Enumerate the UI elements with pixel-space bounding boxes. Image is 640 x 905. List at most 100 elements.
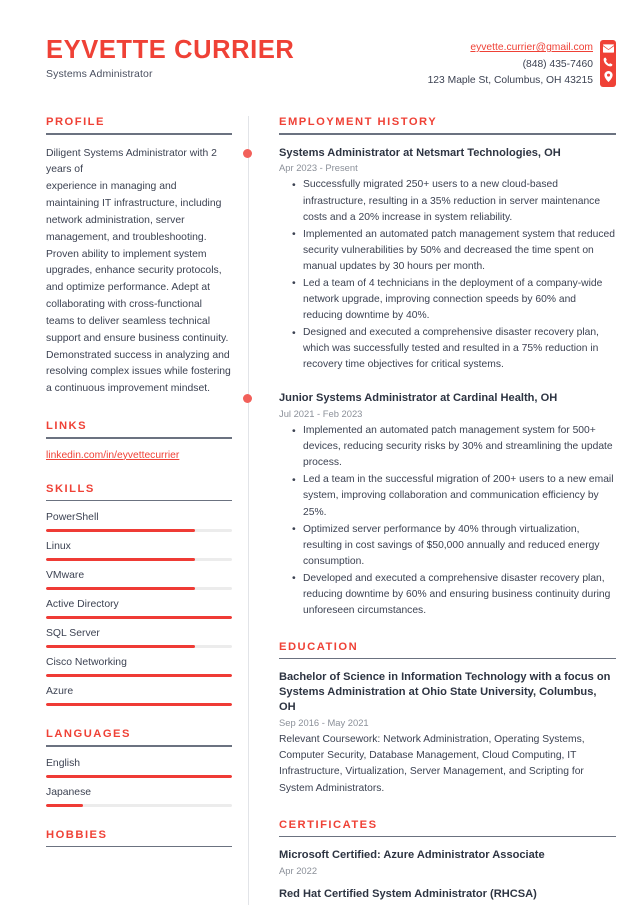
skill-bar-fill	[46, 616, 232, 620]
contact-address: 123 Maple St, Columbus, OH 43215	[427, 75, 593, 87]
skill-item: Linux	[46, 541, 232, 562]
envelope-icon	[602, 44, 614, 53]
skill-bar-fill	[46, 703, 232, 707]
identity-block: EYVETTE CURRIER Systems Administrator	[46, 36, 294, 80]
section-profile: PROFILE Diligent Systems Administrator w…	[46, 116, 232, 398]
skill-bar-fill	[46, 558, 195, 562]
employment-bullet: Designed and executed a comprehensive di…	[292, 325, 616, 373]
certificate-title: Microsoft Certified: Azure Administrator…	[279, 849, 545, 862]
section-title-employment: EMPLOYMENT HISTORY	[279, 116, 438, 129]
section-hobbies: HOBBIES	[46, 829, 232, 848]
skill-bar-track	[46, 703, 232, 707]
section-title-links: LINKS	[46, 420, 88, 433]
employment-bullet: Led a team in the successful migration o…	[292, 472, 616, 520]
education-list: Bachelor of Science in Information Techn…	[279, 670, 616, 796]
skill-bar-track	[46, 529, 232, 533]
language-bar-fill	[46, 803, 84, 807]
employment-bullet: Optimized server performance by 40% thro…	[292, 521, 616, 570]
skill-bar-track	[46, 587, 232, 591]
certificates-list: Microsoft Certified: Azure Administrator…	[279, 848, 616, 905]
education-date: Sep 2016 - May 2021	[279, 717, 369, 729]
timeline-dot-icon	[243, 394, 252, 404]
employment-bullet-list: Successfully migrated 250+ users to a ne…	[279, 177, 616, 373]
skill-item: Active Directory	[46, 599, 232, 620]
skill-bar-fill	[46, 674, 232, 678]
contact-block: eyvette.currier@gmail.com (848) 435-7460…	[428, 36, 616, 90]
skill-label: SQL Server	[46, 628, 100, 640]
certificate-entry: Microsoft Certified: Azure Administrator…	[279, 848, 616, 876]
section-title-skills: SKILLS	[46, 482, 95, 495]
employment-bullet: Developed and executed a comprehensive d…	[292, 570, 616, 619]
skill-label: Cisco Networking	[46, 657, 127, 669]
contact-details: eyvette.currier@gmail.com (848) 435-7460…	[428, 40, 593, 90]
page-title: EYVETTE CURRIER	[46, 36, 295, 64]
section-skills: SKILLS PowerShell Linux VMware Active Direc…	[46, 483, 232, 707]
link-item[interactable]: linkedin.com/in/eyvettecurrier	[46, 450, 232, 461]
employment-entry: Systems Administrator at Netsmart Techno…	[243, 146, 616, 374]
language-item: Japanese	[46, 787, 232, 807]
skill-bar-track	[46, 616, 232, 620]
location-pin-icon	[603, 71, 613, 82]
skill-label: Azure	[46, 686, 74, 698]
section-title-profile: PROFILE	[46, 116, 105, 129]
employment-bullet: Implemented an automated patch managemen…	[292, 226, 616, 275]
language-label: Japanese	[46, 786, 92, 798]
section-divider	[46, 133, 232, 135]
language-label: English	[46, 757, 81, 769]
language-bar-track	[46, 803, 232, 807]
employment-bullet: Led a team of 4 technicians in the deplo…	[292, 275, 616, 324]
certificate-date: Apr 2022	[279, 865, 318, 877]
employment-date: Jul 2021 - Feb 2023	[279, 408, 363, 420]
languages-list: English Japanese	[46, 758, 232, 807]
resume-body: PROFILE Diligent Systems Administrator w…	[0, 90, 640, 905]
section-divider	[279, 657, 616, 660]
employment-title: Junior Systems Administrator at Cardinal…	[279, 392, 558, 405]
section-employment-history: EMPLOYMENT HISTORY Systems Administrator…	[243, 116, 616, 619]
section-certificates: CERTIFICATES Microsoft Certified: Azure …	[279, 819, 616, 905]
employment-bullet: Implemented an automated patch managemen…	[292, 423, 616, 471]
language-item: English	[46, 758, 232, 778]
contact-email[interactable]: eyvette.currier@gmail.com	[428, 40, 593, 57]
phone-icon	[603, 57, 613, 67]
main-content: EMPLOYMENT HISTORY Systems Administrator…	[243, 116, 616, 905]
links-list: linkedin.com/in/eyvettecurrier	[46, 450, 232, 461]
section-title-education: EDUCATION	[279, 640, 359, 653]
section-divider	[46, 437, 232, 439]
skills-list: PowerShell Linux VMware Active Directory SQL…	[46, 512, 232, 707]
skill-label: VMware	[46, 570, 85, 582]
skill-bar-fill	[46, 529, 195, 533]
resume-page: EYVETTE CURRIER Systems Administrator ey…	[0, 0, 640, 905]
employment-bullet: Successfully migrated 250+ users to a ne…	[292, 177, 616, 225]
section-title-languages: LANGUAGES	[46, 728, 131, 741]
section-title-hobbies: HOBBIES	[46, 828, 108, 841]
employment-title: Systems Administrator at Netsmart Techno…	[279, 146, 561, 159]
skill-item: SQL Server	[46, 628, 232, 649]
skill-item: PowerShell	[46, 512, 232, 533]
profile-text: Diligent Systems Administrator with 2 ye…	[46, 147, 231, 395]
skill-bar-track	[46, 645, 232, 649]
section-education: EDUCATION Bachelor of Science in Informa…	[279, 641, 616, 797]
section-links: LINKS linkedin.com/in/eyvettecurrier	[46, 420, 232, 461]
skill-item: Cisco Networking	[46, 657, 232, 678]
skill-label: Active Directory	[46, 599, 119, 611]
language-bar-track	[46, 774, 232, 778]
skill-bar-track	[46, 674, 232, 678]
skill-bar-track	[46, 558, 232, 562]
skill-label: Linux	[46, 541, 71, 553]
section-divider	[279, 133, 616, 135]
skill-item: VMware	[46, 570, 232, 591]
language-bar-fill	[46, 774, 232, 778]
job-title: Systems Administrator	[46, 68, 153, 81]
section-divider	[46, 845, 232, 848]
section-title-certificates: CERTIFICATES	[279, 818, 378, 831]
contact-icon-bar	[600, 40, 616, 87]
sidebar: PROFILE Diligent Systems Administrator w…	[46, 116, 232, 869]
section-divider	[279, 835, 616, 838]
certificate-title: Red Hat Certified System Administrator (…	[279, 888, 537, 901]
section-divider	[46, 499, 232, 502]
skill-item: Azure	[46, 686, 232, 707]
employment-entry: Junior Systems Administrator at Cardinal…	[243, 391, 616, 619]
education-entry: Bachelor of Science in Information Techn…	[279, 670, 616, 796]
education-description: Relevant Coursework: Network Administrat…	[279, 734, 585, 794]
contact-phone: (848) 435-7460	[522, 58, 593, 70]
